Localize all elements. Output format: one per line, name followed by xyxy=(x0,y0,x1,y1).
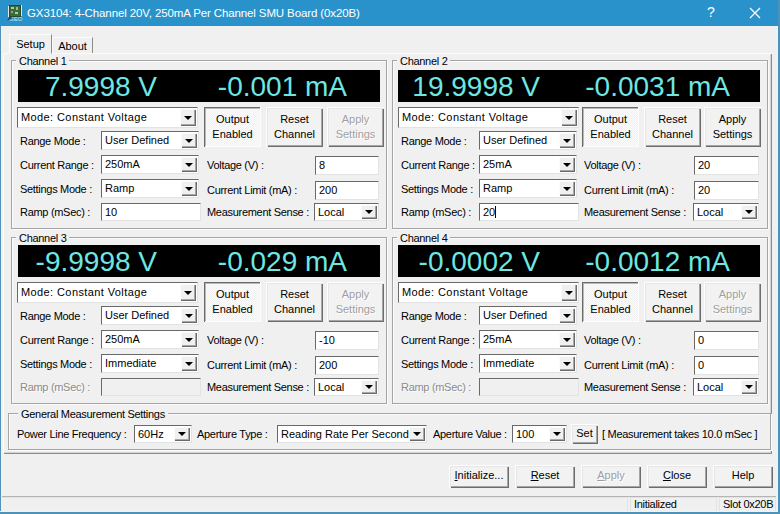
svg-text:GEO: GEO xyxy=(9,16,23,22)
